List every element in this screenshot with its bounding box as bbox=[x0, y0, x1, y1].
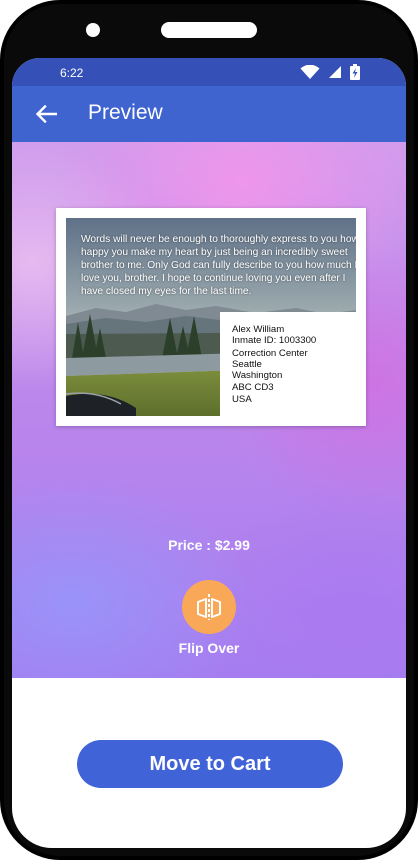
recipient-name: Alex William bbox=[232, 324, 285, 335]
recipient-country: USA bbox=[232, 394, 252, 405]
address-block: Alex William Inmate ID: 1003300 Correcti… bbox=[220, 312, 356, 416]
front-camera bbox=[86, 23, 100, 37]
battery-charging-icon bbox=[350, 64, 360, 80]
recipient-facility: Correction Center bbox=[232, 348, 308, 359]
app-bar: Preview bbox=[12, 86, 406, 142]
arrow-left-icon bbox=[35, 105, 57, 123]
status-icons bbox=[300, 64, 360, 80]
recipient-city: Seattle bbox=[232, 359, 262, 370]
signal-icon bbox=[329, 66, 341, 78]
earpiece-speaker bbox=[161, 22, 257, 38]
screen: 6:22 Preview Words will never be enough … bbox=[12, 58, 406, 848]
recipient-postal: ABC CD3 bbox=[232, 382, 274, 393]
recipient-inmate-id: Inmate ID: 1003300 bbox=[232, 335, 317, 346]
phone-frame: 6:22 Preview Words will never be enough … bbox=[0, 0, 418, 860]
page-title: Preview bbox=[88, 101, 163, 124]
postcard-photo: Words will never be enough to thoroughly… bbox=[66, 218, 356, 416]
status-time: 6:22 bbox=[60, 66, 84, 80]
postcard-message: Words will never be enough to thoroughly… bbox=[81, 234, 356, 297]
flip-over-label: Flip Over bbox=[178, 640, 240, 656]
flip-over-button[interactable] bbox=[182, 580, 236, 634]
status-bar: 6:22 bbox=[12, 58, 406, 86]
price-label: Price : $2.99 bbox=[168, 537, 250, 553]
back-button[interactable] bbox=[32, 102, 60, 126]
preview-content: Words will never be enough to thoroughly… bbox=[12, 142, 406, 678]
recipient-state: Washington bbox=[232, 370, 283, 381]
flip-horizontal-icon bbox=[197, 594, 221, 620]
postcard-preview: Words will never be enough to thoroughly… bbox=[56, 208, 366, 426]
move-to-cart-button[interactable]: Move to Cart bbox=[77, 740, 343, 788]
wifi-icon bbox=[300, 64, 320, 79]
